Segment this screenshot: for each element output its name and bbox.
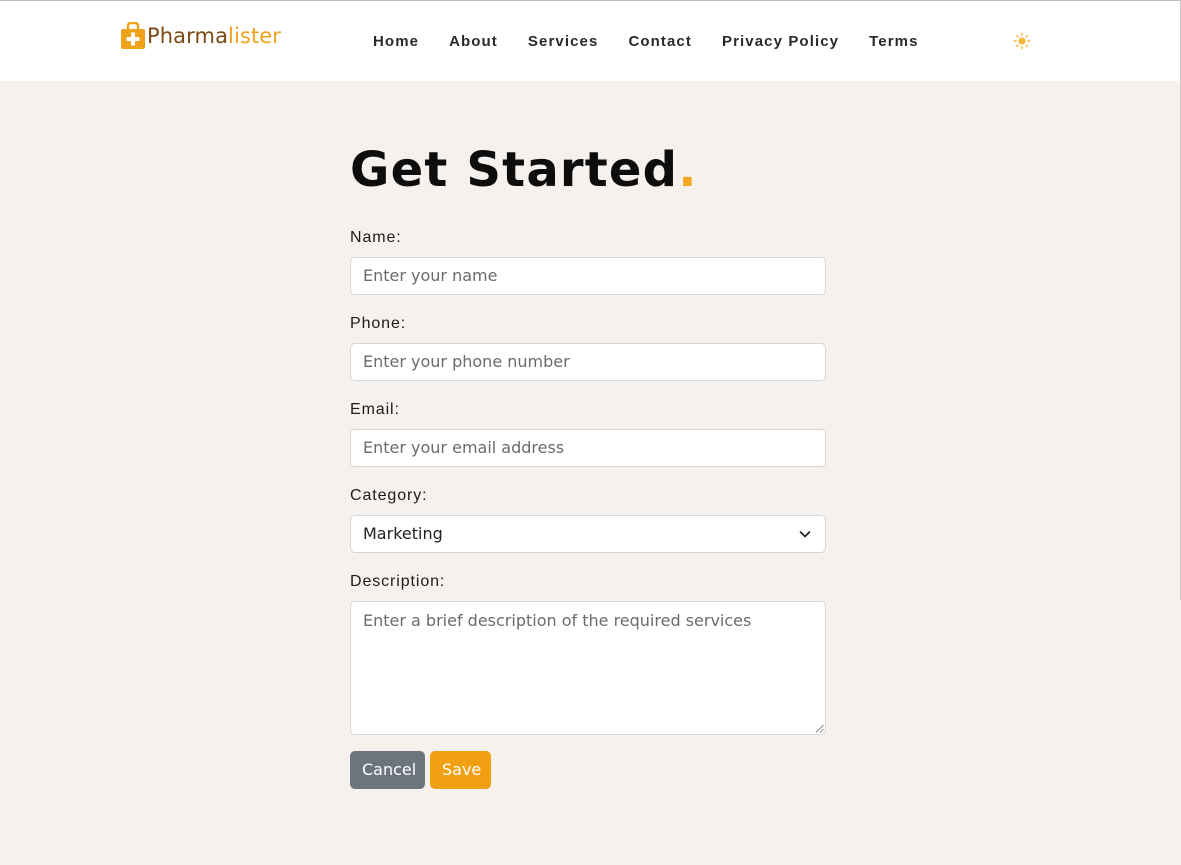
email-input[interactable]: Enter your email address — [350, 429, 826, 467]
category-selected-value: Marketing — [363, 524, 443, 543]
nav-menu: Home About Services Contact Privacy Poli… — [358, 32, 934, 52]
email-label: Email: — [350, 401, 400, 418]
chevron-down-icon — [799, 531, 811, 538]
name-input[interactable]: Enter your name — [350, 257, 826, 295]
category-label: Category: — [350, 487, 428, 504]
phone-input[interactable]: Enter your phone number — [350, 343, 826, 381]
name-field-group: Name: Enter your name — [350, 228, 826, 295]
brand-logo[interactable]: Pharmalister — [120, 21, 281, 51]
form-actions: Cancel Save — [350, 751, 491, 789]
page-title: Get Started. — [350, 142, 698, 198]
nav-services[interactable]: Services — [513, 32, 614, 52]
nav-terms[interactable]: Terms — [854, 32, 933, 52]
description-textarea[interactable]: Enter a brief description of the require… — [350, 601, 826, 735]
category-select[interactable]: Marketing — [350, 515, 826, 553]
title-accent-dot: . — [678, 142, 698, 198]
resize-grip-icon[interactable] — [815, 724, 824, 733]
nav-home[interactable]: Home — [358, 32, 434, 52]
cancel-button[interactable]: Cancel — [350, 751, 425, 789]
name-label: Name: — [350, 229, 402, 246]
nav-contact[interactable]: Contact — [613, 32, 707, 52]
description-field-group: Description: Enter a brief description o… — [350, 572, 826, 735]
medical-bag-icon — [121, 22, 145, 49]
nav-about[interactable]: About — [434, 32, 513, 52]
get-started-form: Get Started. Name: Enter your name Phone… — [350, 140, 826, 789]
sun-icon — [1013, 32, 1031, 50]
nav-privacy-policy[interactable]: Privacy Policy — [707, 32, 854, 52]
theme-toggle-button[interactable] — [1012, 31, 1032, 51]
email-field-group: Email: Enter your email address — [350, 400, 826, 467]
save-button[interactable]: Save — [430, 751, 491, 789]
phone-field-group: Phone: Enter your phone number — [350, 314, 826, 381]
category-field-group: Category: Marketing — [350, 486, 826, 553]
description-label: Description: — [350, 573, 446, 590]
navbar: Pharmalister Home About Services Contact… — [0, 0, 1181, 81]
description-placeholder: Enter a brief description of the require… — [363, 611, 752, 630]
brand-name: Pharmalister — [147, 24, 282, 48]
phone-label: Phone: — [350, 315, 407, 332]
